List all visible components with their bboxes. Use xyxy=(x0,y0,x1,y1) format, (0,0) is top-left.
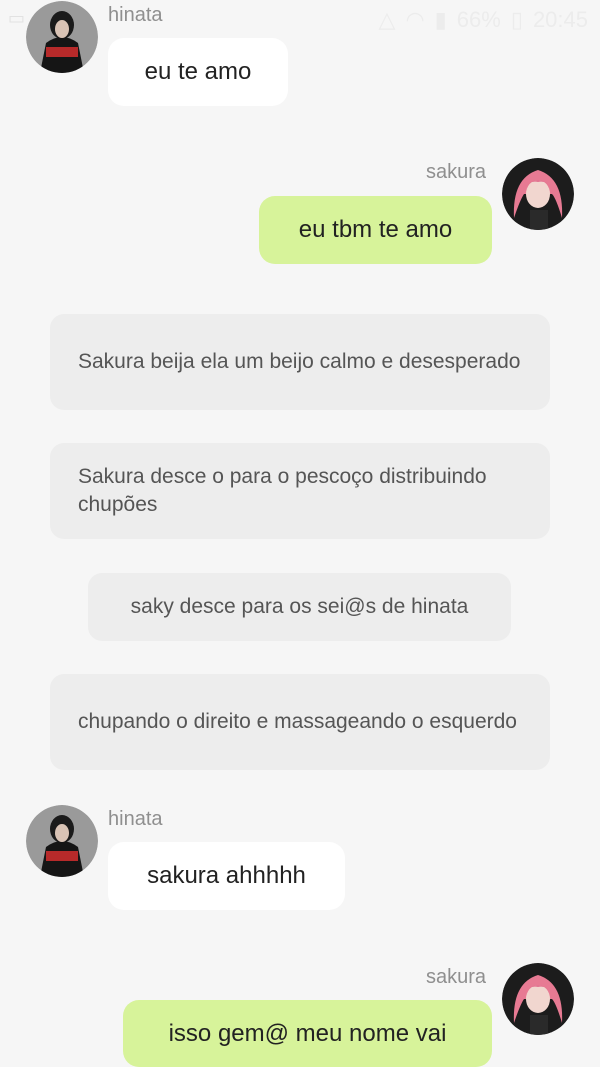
message-bubble-left[interactable]: eu te amo xyxy=(108,38,288,106)
battery-percent: 66% xyxy=(456,7,501,32)
narration-bubble[interactable]: chupando o direito e massageando o esque… xyxy=(50,674,550,770)
status-time: 20:45 xyxy=(532,7,588,32)
alert-icon: △ xyxy=(378,7,396,32)
message-bubble-left[interactable]: sakura ahhhhh xyxy=(108,842,345,910)
avatar-hinata[interactable] xyxy=(26,805,98,877)
sender-name-hinata: hinata xyxy=(108,808,163,830)
avatar-sakura[interactable] xyxy=(502,963,574,1035)
image-icon: ▭ xyxy=(8,8,26,28)
signal-icon: ▮ xyxy=(434,7,447,32)
sender-name-sakura: sakura xyxy=(426,966,487,988)
narration-bubble[interactable]: Sakura beija ela um beijo calmo e desesp… xyxy=(50,314,550,410)
message-bubble-right[interactable]: isso gem@ meu nome vai xyxy=(123,1000,492,1067)
message-bubble-right[interactable]: eu tbm te amo xyxy=(259,196,492,264)
avatar-hinata[interactable] xyxy=(26,1,98,73)
battery-icon: ▯ xyxy=(510,7,523,32)
avatar-sakura[interactable] xyxy=(502,158,574,230)
narration-bubble[interactable]: saky desce para os sei@s de hinata xyxy=(88,573,511,641)
sender-name-hinata: hinata xyxy=(108,4,163,26)
wifi-icon: ◠ xyxy=(405,7,425,32)
sender-name-sakura: sakura xyxy=(426,161,487,183)
narration-bubble[interactable]: Sakura desce o para o pescoço distribuin… xyxy=(50,443,550,539)
